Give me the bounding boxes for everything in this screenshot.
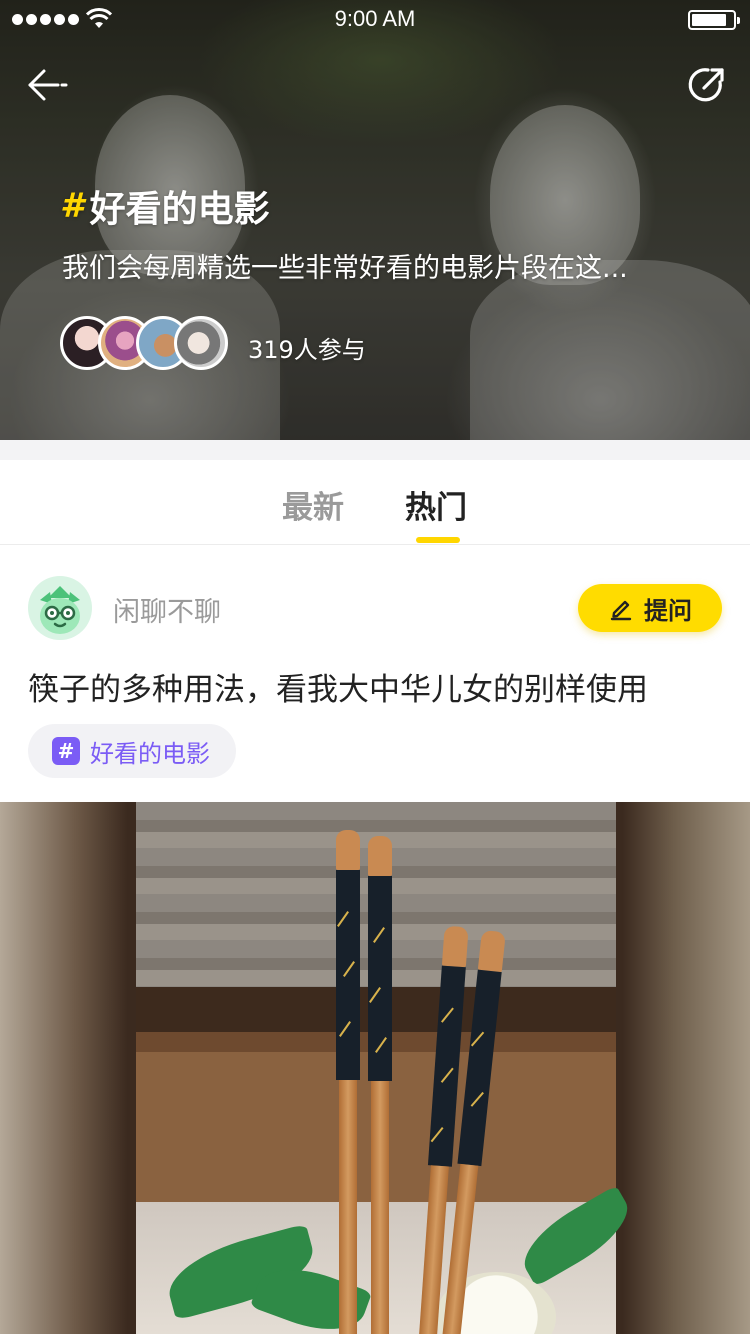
- participant-avatars[interactable]: [60, 316, 240, 370]
- participant-count: 319人参与: [248, 336, 366, 364]
- share-icon: [688, 68, 724, 102]
- topic-chip-label: 好看的电影: [90, 739, 210, 768]
- post-title[interactable]: 筷子的多种用法，看我大中华儿女的别样使用: [28, 664, 648, 709]
- battery-icon: [688, 10, 740, 30]
- back-button[interactable]: [22, 62, 72, 108]
- topic-header-banner: 9:00 AM # 好看的电影 我们会每周精选一些非常好看的电影片段在这... …: [0, 0, 750, 440]
- post-image[interactable]: [0, 802, 750, 1334]
- image-chopstick: [336, 830, 360, 1334]
- topic-title: # 好看的电影: [60, 180, 270, 232]
- user-avatar[interactable]: [28, 576, 92, 640]
- topic-chip[interactable]: # 好看的电影: [28, 724, 236, 778]
- share-button[interactable]: [684, 62, 730, 108]
- hashtag-icon: #: [60, 186, 84, 226]
- post-user-name[interactable]: 闲聊不聊: [113, 590, 221, 629]
- topic-title-text: 好看的电影: [89, 189, 270, 230]
- status-bar: 9:00 AM: [0, 0, 750, 40]
- image-chopstick: [368, 836, 392, 1334]
- mascot-avatar-icon: [40, 586, 80, 634]
- tab-latest[interactable]: 最新: [282, 482, 344, 527]
- pencil-icon: [610, 600, 632, 621]
- hashtag-icon: #: [52, 737, 80, 765]
- ask-question-label: 提问: [644, 596, 692, 625]
- ask-question-button[interactable]: 提问: [578, 584, 722, 632]
- post-image-content: [136, 802, 640, 1334]
- avatar: [174, 316, 228, 370]
- section-divider: [0, 440, 750, 460]
- active-tab-indicator: [416, 537, 460, 543]
- tab-bar: 最新 热门: [0, 460, 750, 545]
- arrow-left-icon: [28, 69, 68, 101]
- status-time: 9:00 AM: [334, 6, 416, 31]
- tab-hot[interactable]: 热门: [405, 482, 467, 527]
- topic-description: 我们会每周精选一些非常好看的电影片段在这...: [62, 253, 628, 284]
